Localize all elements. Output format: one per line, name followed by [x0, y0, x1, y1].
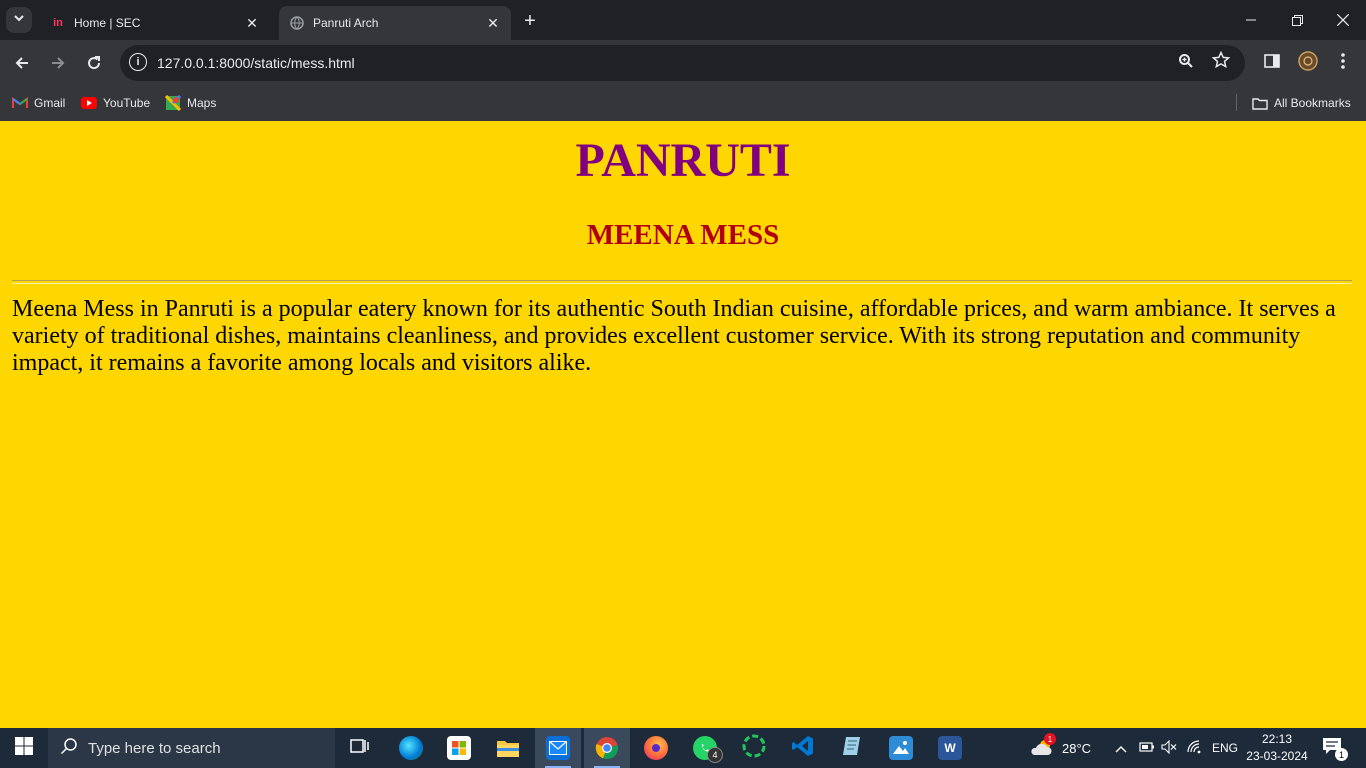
- clock-date: 23-03-2024: [1246, 749, 1308, 763]
- bookmark-gmail[interactable]: Gmail: [12, 93, 65, 113]
- network-status[interactable]: [1187, 728, 1203, 768]
- minimize-button[interactable]: [1228, 0, 1274, 40]
- battery-icon: [1139, 741, 1155, 756]
- back-button[interactable]: [8, 49, 36, 77]
- taskbar-firefox[interactable]: [633, 728, 679, 768]
- battery-status[interactable]: [1139, 728, 1155, 768]
- all-bookmarks-button[interactable]: All Bookmarks: [1252, 93, 1351, 113]
- taskbar-chrome[interactable]: [584, 728, 630, 768]
- tab-title: Home | SEC: [74, 16, 141, 30]
- tab-home-sec[interactable]: in Home | SEC ✕: [40, 6, 270, 40]
- search-placeholder: Type here to search: [88, 739, 221, 757]
- taskbar-edge[interactable]: [388, 728, 434, 768]
- bookmark-label: Gmail: [34, 96, 66, 110]
- bookmark-label: YouTube: [103, 96, 151, 110]
- vscode-icon: [791, 734, 815, 763]
- search-icon: [60, 737, 78, 760]
- side-panel-icon[interactable]: [1264, 53, 1280, 74]
- tab-strip: in Home | SEC ✕ Panruti Arch ✕ +: [0, 0, 1366, 40]
- photos-icon: [889, 736, 913, 760]
- word-icon: W: [938, 736, 962, 760]
- more-menu-icon[interactable]: [1340, 52, 1346, 75]
- site-info-icon[interactable]: i: [129, 53, 147, 71]
- windows-logo-icon: [15, 736, 33, 760]
- url-text[interactable]: 127.0.0.1:8000/static/mess.html: [157, 55, 355, 71]
- globe-icon: [289, 15, 305, 31]
- start-button[interactable]: [0, 728, 48, 768]
- reload-button[interactable]: [80, 49, 108, 77]
- clock-time: 22:13: [1261, 732, 1293, 746]
- task-view-button[interactable]: [337, 728, 383, 768]
- microsoft-store-icon: [447, 736, 471, 760]
- invision-icon: in: [53, 17, 63, 29]
- chevron-down-icon: [13, 11, 25, 29]
- chevron-up-icon: [1115, 741, 1127, 756]
- language-label: ENG: [1212, 741, 1239, 755]
- mail-icon: [546, 736, 570, 760]
- page-content: PANRUTI MEENA MESS Meena Mess in Panruti…: [0, 121, 1366, 728]
- profile-avatar-icon[interactable]: [1298, 51, 1318, 76]
- youtube-icon: [81, 96, 97, 110]
- restore-button[interactable]: [1274, 0, 1320, 40]
- tab-panruti-arch[interactable]: Panruti Arch ✕: [279, 6, 511, 40]
- wifi-icon: [1187, 739, 1203, 757]
- taskbar-store[interactable]: [436, 728, 482, 768]
- folder-icon: [1252, 96, 1268, 110]
- volume-muted-icon: [1161, 739, 1177, 757]
- tab-search-button[interactable]: [6, 7, 32, 33]
- maps-icon: [165, 95, 181, 111]
- address-bar[interactable]: i 127.0.0.1:8000/static/mess.html: [120, 45, 1245, 81]
- taskbar-vscode[interactable]: [780, 728, 826, 768]
- bookmark-youtube[interactable]: YouTube: [81, 93, 150, 113]
- new-tab-button[interactable]: +: [519, 10, 541, 32]
- close-icon[interactable]: ✕: [242, 13, 262, 33]
- windows-taskbar: Type here to search 4 W 1 28°C ENG 22:13…: [0, 728, 1366, 768]
- close-window-button[interactable]: [1320, 0, 1366, 40]
- bookmark-separator: [1236, 94, 1237, 111]
- forward-button[interactable]: [44, 49, 72, 77]
- taskbar-search-box[interactable]: Type here to search: [48, 728, 335, 768]
- edge-icon: [399, 736, 423, 760]
- input-language[interactable]: ENG: [1212, 728, 1238, 768]
- taskbar-notes-app[interactable]: [829, 728, 875, 768]
- notification-count: 1: [1335, 748, 1348, 761]
- file-explorer-icon: [496, 736, 520, 760]
- browser-toolbar: i 127.0.0.1:8000/static/mess.html: [0, 40, 1366, 86]
- bookmark-label: Maps: [187, 96, 217, 110]
- notes-icon: [840, 734, 864, 763]
- taskbar-photos-app[interactable]: [878, 728, 924, 768]
- close-icon[interactable]: ✕: [483, 13, 503, 33]
- taskbar-file-explorer[interactable]: [485, 728, 531, 768]
- chrome-icon: [595, 736, 619, 760]
- tab-title: Panruti Arch: [313, 16, 379, 30]
- volume-control[interactable]: [1161, 728, 1177, 768]
- weather-badge: 1: [1044, 733, 1056, 745]
- refresh-ring-icon: [741, 733, 767, 764]
- bookmarks-bar: Gmail YouTube Maps All Bookmarks: [0, 86, 1366, 121]
- notification-icon: 1: [1322, 737, 1348, 761]
- gmail-icon: [12, 96, 28, 110]
- taskbar-whatsapp[interactable]: 4: [682, 728, 728, 768]
- taskbar-word[interactable]: W: [927, 728, 973, 768]
- page-heading: PANRUTI: [575, 134, 791, 187]
- taskbar-mail[interactable]: [535, 728, 581, 768]
- weather-cloud-icon: 1: [1030, 733, 1056, 759]
- show-hidden-icons[interactable]: [1115, 728, 1127, 768]
- page-subheading: MEENA MESS: [586, 219, 780, 251]
- description-paragraph: Meena Mess in Panruti is a popular eater…: [12, 296, 1336, 376]
- firefox-icon: [644, 736, 668, 760]
- horizontal-rule: [12, 280, 1352, 284]
- weather-widget[interactable]: 1 28°C: [1030, 728, 1091, 768]
- taskbar-app-green-ring[interactable]: [731, 728, 777, 768]
- all-bookmarks-label: All Bookmarks: [1274, 96, 1351, 110]
- weather-temp: 28°C: [1062, 740, 1092, 756]
- bookmark-star-icon[interactable]: [1211, 50, 1231, 74]
- zoom-icon[interactable]: [1178, 53, 1194, 74]
- bookmark-maps[interactable]: Maps: [165, 93, 216, 113]
- system-clock[interactable]: 22:13 23-03-2024: [1245, 731, 1309, 765]
- whatsapp-badge: 4: [707, 747, 723, 763]
- notification-center[interactable]: 1: [1322, 728, 1348, 768]
- task-view-icon: [350, 737, 370, 760]
